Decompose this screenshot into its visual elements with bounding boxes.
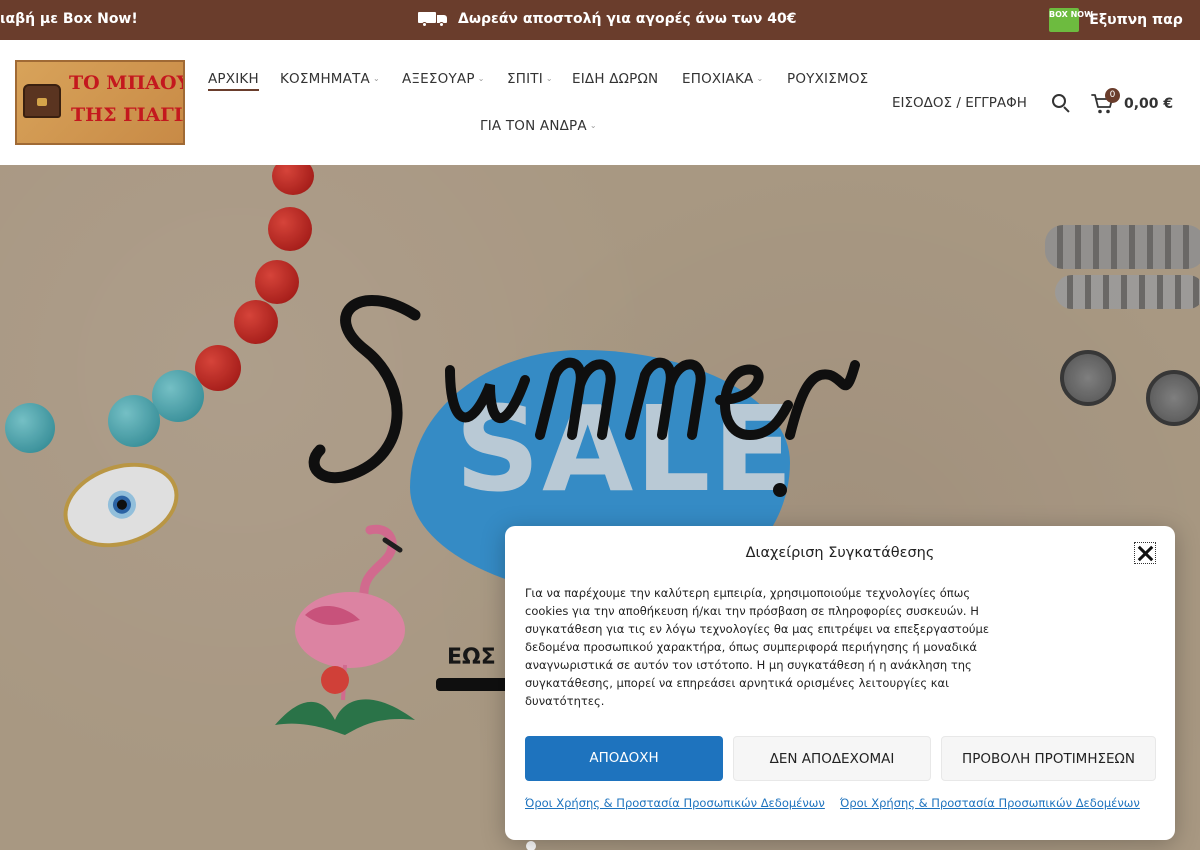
close-icon[interactable] [1134, 542, 1156, 564]
cart-total[interactable]: 0,00 € [1124, 96, 1173, 112]
nav-item-home[interactable]: ΑΡΧΙΚΗ [208, 71, 259, 91]
nav-item-accessories[interactable]: ΑΞΕΣΟΥΑΡ ⌄ [402, 71, 485, 87]
deny-button[interactable]: ΔΕΝ ΑΠΟΔΕΧΟΜΑΙ [733, 736, 931, 781]
login-register-link[interactable]: ΕΙΣΟΔΟΣ / ΕΓΓΡΑΦΗ [892, 95, 1027, 111]
site-header: ΤΟ ΜΠΑΟΥΛΟ ΤΗΣ ΓΙΑΓΙΑΣ ΑΡΧΙΚΗ ΚΟΣΜΗΜΑΤΑ⌄… [0, 40, 1200, 165]
promo-boxnow: BOX NOW Έξυπνη παρ [1049, 8, 1183, 32]
treasure-chest-icon [23, 84, 61, 118]
view-preferences-button[interactable]: ΠΡΟΒΟΛΗ ΠΡΟΤΙΜΗΣΕΩΝ [941, 736, 1156, 781]
promo-shipping: Δωρεάν αποστολή για αγορές άνω των 40€ [418, 11, 797, 27]
cookie-consent-dialog: Διαχείριση Συγκατάθεσης Για να παρέχουμε… [505, 526, 1175, 840]
cart-count-badge: 0 [1105, 88, 1120, 103]
terms-privacy-link-2[interactable]: Όροι Χρήσης & Προστασία Προσωπικών Δεδομ… [840, 796, 1140, 810]
promo-text-left: ιαβή με Box Now! [0, 11, 138, 27]
promo-text-right: Έξυπνη παρ [1087, 12, 1183, 28]
nav-label: ΡΟΥΧΙΣΜΟΣ [787, 71, 869, 87]
chevron-down-icon: ⌄ [477, 74, 485, 83]
logo-line-2: ΤΗΣ ΓΙΑΓΙΑΣ [71, 104, 183, 126]
site-logo[interactable]: ΤΟ ΜΠΑΟΥΛΟ ΤΗΣ ΓΙΑΓΙΑΣ [15, 60, 185, 145]
promo-text-center: Δωρεάν αποστολή για αγορές άνω των 40€ [458, 11, 797, 27]
nav-item-gifts[interactable]: ΕΙΔΗ ΔΩΡΩΝ [572, 71, 658, 87]
nav-label: ΑΡΧΙΚΗ [208, 71, 259, 87]
nav-label: ΓΙΑ ΤΟΝ ΑΝΔΡΑ [480, 118, 587, 134]
nav-label: ΚΟΣΜΗΜΑΤΑ [280, 71, 370, 87]
chevron-down-icon: ⌄ [372, 74, 380, 83]
chevron-down-icon: ⌄ [589, 121, 597, 130]
boxnow-logo-icon: BOX NOW [1049, 8, 1093, 32]
search-icon[interactable] [1051, 93, 1071, 113]
nav-label: ΑΞΕΣΟΥΑΡ [402, 71, 475, 87]
chevron-down-icon: ⌄ [756, 74, 764, 83]
accept-button[interactable]: ΑΠΟΔΟΧΗ [525, 736, 723, 781]
nav-item-clothing[interactable]: ΡΟΥΧΙΣΜΟΣ [787, 71, 868, 87]
cookie-title: Διαχείριση Συγκατάθεσης [745, 545, 935, 561]
slider-dot[interactable] [526, 841, 536, 850]
truck-icon [418, 11, 448, 27]
chevron-down-icon: ⌄ [545, 74, 553, 83]
nav-item-men[interactable]: ΓΙΑ ΤΟΝ ΑΝΔΡΑ ⌄ [480, 118, 597, 134]
nav-item-jewelry[interactable]: ΚΟΣΜΗΜΑΤΑ ⌄ [280, 71, 380, 87]
terms-privacy-link[interactable]: Όροι Χρήσης & Προστασία Προσωπικών Δεδομ… [525, 796, 825, 810]
nav-label: ΣΠΙΤΙ [507, 71, 543, 87]
nav-item-home-decor[interactable]: ΣΠΙΤΙ ⌄ [507, 71, 553, 87]
logo-line-1: ΤΟ ΜΠΑΟΥΛΟ [69, 72, 183, 94]
nav-label: ΕΙΔΗ ΔΩΡΩΝ [572, 71, 659, 87]
nav-label: ΕΠΟΧΙΑΚΑ [682, 71, 754, 87]
cookie-description: Για να παρέχουμε την καλύτερη εμπειρία, … [525, 586, 990, 708]
promo-bar: ιαβή με Box Now! Δωρεάν αποστολή για αγο… [0, 0, 1200, 40]
nav-item-seasonal[interactable]: ΕΠΟΧΙΑΚΑ ⌄ [682, 71, 763, 87]
